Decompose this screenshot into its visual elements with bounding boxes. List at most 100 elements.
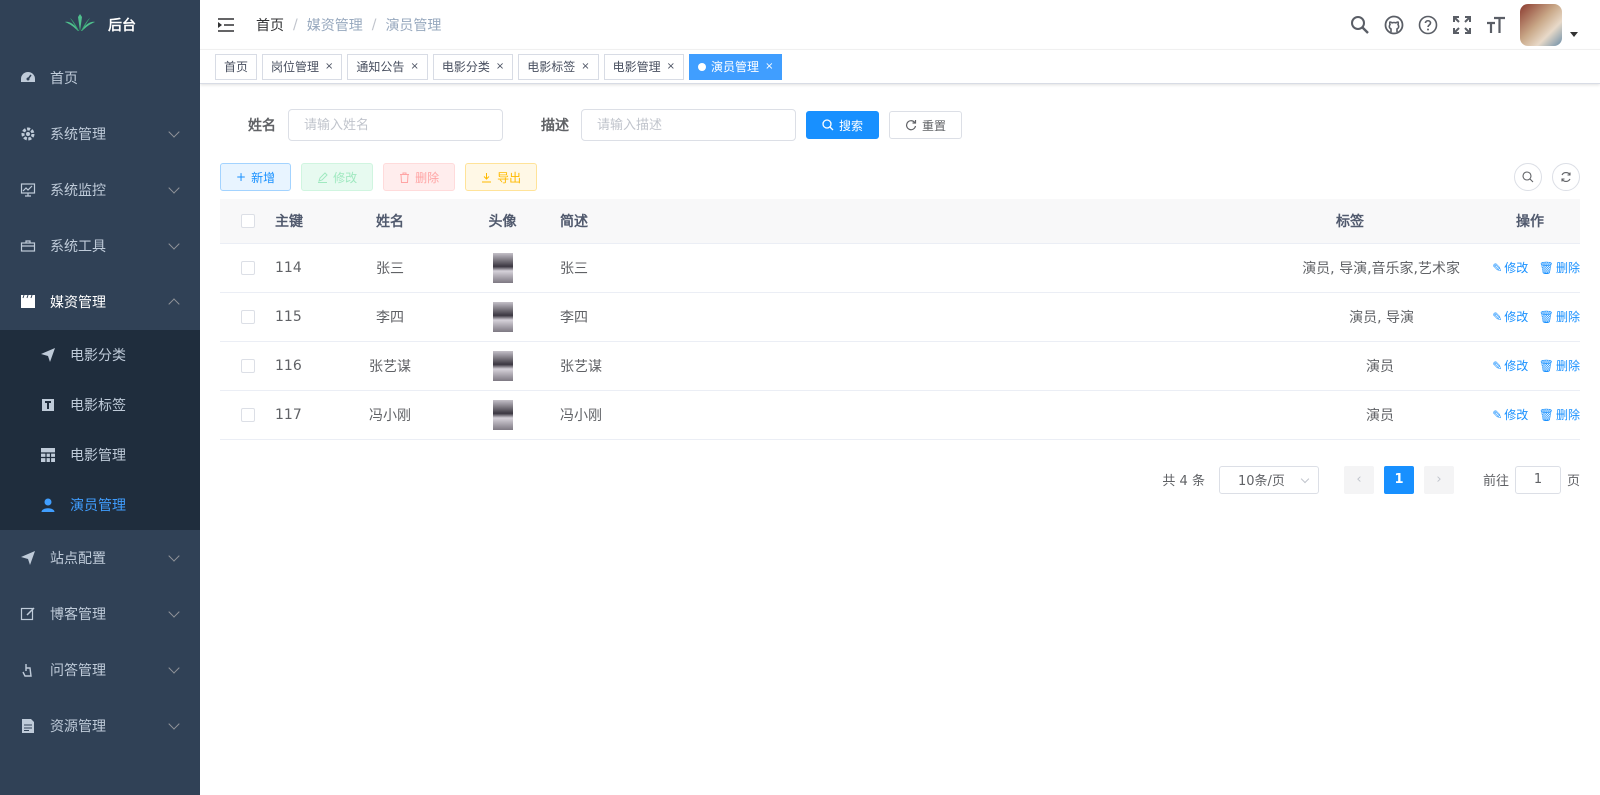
goto-page-input[interactable] — [1514, 465, 1561, 494]
cell-brief: 冯小刚 — [540, 390, 1220, 440]
close-icon[interactable]: × — [410, 61, 418, 72]
sidebar-item-system[interactable]: 系统管理 — [0, 106, 200, 162]
close-icon[interactable]: × — [325, 61, 333, 72]
tag-label: 演员管理 — [711, 60, 760, 74]
search-icon — [1522, 171, 1534, 183]
edit-button[interactable]: 修改 — [301, 163, 374, 191]
sidebar-subitem-movie-category[interactable]: 电影分类 — [0, 330, 200, 380]
next-page-button[interactable]: › — [1423, 465, 1454, 494]
cell-tags: 演员 — [1220, 390, 1480, 440]
caret-down-icon[interactable] — [1570, 31, 1578, 37]
chevron-right-icon: › — [1436, 472, 1442, 487]
row-checkbox[interactable] — [240, 358, 255, 373]
tag-post[interactable]: 岗位管理 × — [262, 53, 343, 80]
close-icon[interactable]: × — [667, 61, 675, 72]
edit-icon — [318, 171, 328, 183]
row-delete-link[interactable]: 🗑 删除 — [1539, 406, 1580, 423]
trash-icon: 🗑 — [1538, 260, 1554, 275]
hamburger-icon[interactable] — [216, 15, 236, 35]
row-delete-link[interactable]: 🗑 删除 — [1539, 308, 1580, 325]
sidebar-item-blog[interactable]: 博客管理 — [0, 586, 200, 642]
tag-home[interactable]: 首页 — [215, 53, 258, 80]
github-icon[interactable] — [1384, 15, 1404, 35]
monitor-icon — [20, 182, 36, 198]
cell-tags: 演员, 导演 — [1220, 292, 1480, 342]
reset-button-label: 重置 — [922, 118, 947, 133]
page-size-select[interactable]: 10条/页 — [1218, 465, 1319, 494]
avatar[interactable] — [1520, 4, 1562, 46]
sidebar-item-media[interactable]: 媒资管理 — [0, 274, 200, 330]
cell-avatar — [465, 390, 540, 440]
row-checkbox[interactable] — [240, 407, 255, 422]
tag-label: 通知公告 — [356, 60, 405, 74]
row-edit-link[interactable]: ✎ 修改 — [1492, 308, 1528, 325]
refresh-button[interactable] — [1552, 163, 1580, 191]
row-edit-link[interactable]: ✎ 修改 — [1492, 406, 1528, 423]
actor-avatar-image[interactable] — [492, 350, 513, 381]
fullscreen-icon[interactable] — [1452, 15, 1472, 35]
prev-page-button[interactable]: ‹ — [1343, 465, 1374, 494]
sidebar-subitem-actor-manage[interactable]: 演员管理 — [0, 480, 200, 530]
select-all-checkbox[interactable] — [240, 213, 255, 228]
row-edit-label: 修改 — [1504, 310, 1529, 324]
close-icon[interactable]: × — [765, 61, 773, 72]
search-button[interactable]: 搜索 — [806, 111, 880, 139]
sidebar-item-label: 资源管理 — [50, 719, 106, 735]
header-checkbox-cell — [220, 199, 275, 244]
sidebar-item-qa[interactable]: 问答管理 — [0, 642, 200, 698]
tag-label: 电影管理 — [612, 60, 661, 74]
tag-actor-manage[interactable]: 演员管理 × — [689, 53, 783, 80]
breadcrumb-media: 媒资管理 — [306, 17, 363, 34]
sidebar-subitem-movie-manage[interactable]: 电影管理 — [0, 430, 200, 480]
sidebar-item-resources[interactable]: 资源管理 — [0, 698, 200, 754]
actor-avatar-image[interactable] — [492, 399, 513, 430]
active-dot-icon — [698, 62, 707, 71]
chevron-left-icon: ‹ — [1356, 472, 1362, 487]
sidebar-item-tools[interactable]: 系统工具 — [0, 218, 200, 274]
row-edit-label: 修改 — [1504, 261, 1529, 275]
row-edit-link[interactable]: ✎ 修改 — [1492, 357, 1528, 374]
close-icon[interactable]: × — [496, 61, 504, 72]
trash-icon: 🗑 — [1538, 358, 1554, 373]
name-input[interactable] — [288, 109, 503, 141]
table-row: 115 李四 李四 演员, 导演 ✎ 修改 🗑 删除 — [220, 292, 1580, 342]
add-button[interactable]: + 新增 — [220, 163, 292, 191]
toolbar: + 新增 修改 删除 导出 — [220, 163, 1580, 191]
breadcrumb-home[interactable]: 首页 — [256, 15, 284, 35]
row-delete-link[interactable]: 🗑 删除 — [1539, 357, 1580, 374]
sidebar-item-site-config[interactable]: 站点配置 — [0, 530, 200, 586]
delete-button[interactable]: 删除 — [383, 163, 456, 191]
toggle-search-button[interactable] — [1514, 163, 1542, 191]
edit-icon — [20, 606, 36, 622]
actor-avatar-image[interactable] — [492, 301, 513, 332]
sidebar-item-home[interactable]: 首页 — [0, 50, 200, 106]
pagination: 共 4 条 10条/页 ‹ 1 › 前往 页 — [220, 465, 1580, 494]
reset-button[interactable]: 重置 — [889, 111, 963, 139]
actor-avatar-image[interactable] — [492, 252, 513, 283]
tag-movie-category[interactable]: 电影分类 × — [432, 53, 514, 80]
row-checkbox[interactable] — [240, 309, 255, 324]
page-number-button[interactable]: 1 — [1383, 465, 1414, 494]
tag-movie-tag[interactable]: 电影标签 × — [518, 53, 599, 80]
question-icon[interactable] — [1418, 15, 1438, 35]
sidebar-item-label: 系统监控 — [50, 183, 106, 199]
sidebar-item-label: 电影管理 — [70, 448, 126, 464]
export-button[interactable]: 导出 — [465, 163, 538, 191]
row-checkbox[interactable] — [240, 260, 255, 275]
sidebar-item-monitor[interactable]: 系统监控 — [0, 162, 200, 218]
close-icon[interactable]: × — [581, 61, 589, 72]
sidebar-item-label: 媒资管理 — [50, 295, 106, 311]
row-delete-link[interactable]: 🗑 删除 — [1539, 259, 1580, 276]
dashboard-icon — [20, 70, 36, 86]
desc-input[interactable] — [581, 109, 796, 141]
search-icon[interactable] — [1350, 15, 1370, 35]
pagination-goto: 前往 页 — [1482, 465, 1580, 494]
row-edit-link[interactable]: ✎ 修改 — [1492, 259, 1528, 276]
edit-icon: ✎ — [1492, 309, 1503, 324]
font-size-icon[interactable] — [1486, 15, 1506, 35]
goto-label: 前往 — [1482, 474, 1509, 489]
tag-notice[interactable]: 通知公告 × — [347, 53, 428, 80]
tag-movie-manage[interactable]: 电影管理 × — [603, 53, 685, 80]
logo[interactable]: 后台 — [0, 0, 200, 50]
sidebar-subitem-movie-tag[interactable]: 电影标签 — [0, 380, 200, 430]
